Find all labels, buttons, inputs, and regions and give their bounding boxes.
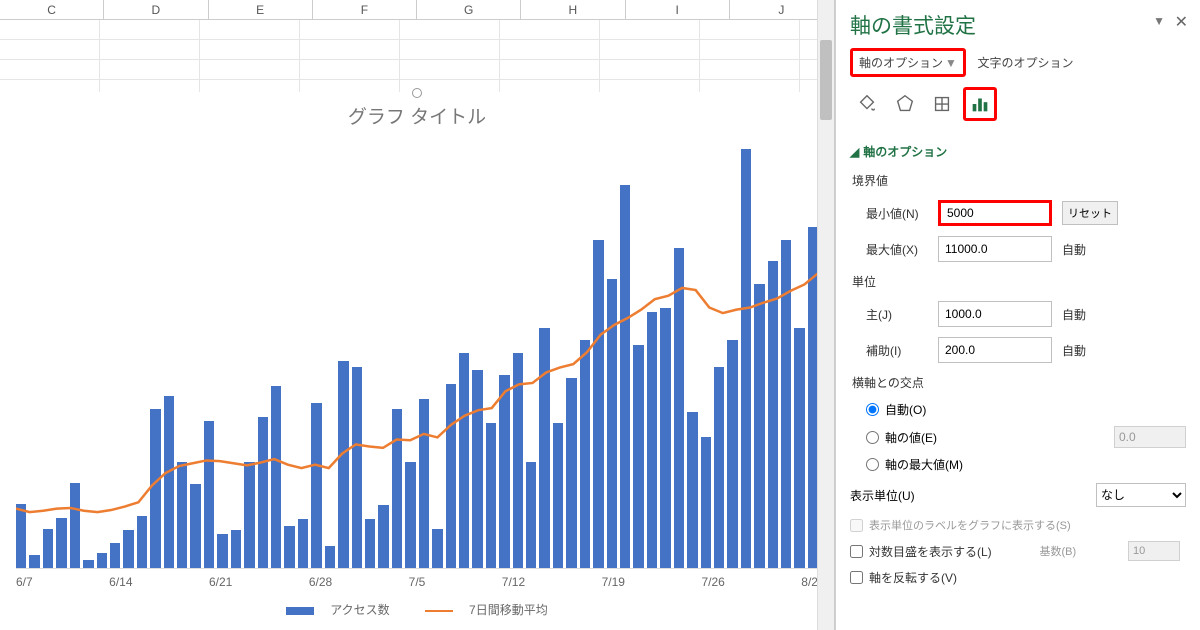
- axis-options-icon[interactable]: [963, 87, 997, 121]
- display-unit-label: 表示単位(U): [850, 487, 1096, 504]
- vertical-scrollbar[interactable]: [817, 0, 834, 630]
- max-input[interactable]: [938, 236, 1052, 262]
- pane-title: 軸の書式設定: [850, 10, 1186, 40]
- embedded-chart[interactable]: グラフ タイトル 6/7 6/14 6/21 6/28 7/5 7/12 7/19 7/26 8…: [0, 92, 834, 630]
- close-icon[interactable]: ✕: [1175, 12, 1188, 32]
- legend-bar-label: アクセス数: [330, 603, 389, 617]
- cross-auto-radio[interactable]: [866, 403, 879, 416]
- column-headers: C D E F G H I J: [0, 0, 834, 20]
- x-tick: 6/7: [16, 575, 33, 589]
- reverse-axis-checkbox[interactable]: [850, 571, 863, 584]
- cross-value-input[interactable]: [1114, 426, 1186, 448]
- minor-auto: 自動: [1052, 342, 1108, 359]
- bounds-label: 境界値: [850, 166, 1186, 195]
- legend-line-swatch: [425, 610, 453, 612]
- legend-line-label: 7日間移動平均: [469, 603, 548, 617]
- units-label: 単位: [850, 267, 1186, 296]
- cross-label: 横軸との交点: [850, 368, 1186, 397]
- display-unit-select[interactable]: なし: [1096, 483, 1186, 507]
- chart-handle-icon[interactable]: [412, 88, 422, 98]
- min-label: 最小値(N): [850, 205, 938, 222]
- max-auto: 自動: [1052, 241, 1108, 258]
- col-D[interactable]: D: [104, 0, 208, 19]
- major-input[interactable]: [938, 301, 1052, 327]
- spreadsheet-grid[interactable]: [0, 20, 834, 92]
- legend-bar-swatch: [286, 607, 314, 615]
- log-scale-checkbox[interactable]: [850, 545, 863, 558]
- effects-icon[interactable]: [888, 87, 922, 121]
- format-axis-pane: 軸の書式設定 ▼ ✕ 軸のオプション▼ 文字のオプション ◢軸のオプション 境界…: [835, 0, 1200, 630]
- x-tick: 6/21: [209, 575, 232, 589]
- col-E[interactable]: E: [209, 0, 313, 19]
- axis-options-tab[interactable]: 軸のオプション▼: [850, 48, 966, 77]
- x-tick: 7/26: [701, 575, 724, 589]
- col-I[interactable]: I: [626, 0, 730, 19]
- fill-icon[interactable]: [850, 87, 884, 121]
- chart-legend[interactable]: アクセス数 7日間移動平均: [16, 595, 818, 624]
- cross-value-radio[interactable]: [866, 431, 879, 444]
- x-tick: 8/2: [801, 575, 818, 589]
- axis-options-section[interactable]: ◢軸のオプション: [850, 137, 1186, 166]
- pane-menu-icon[interactable]: ▼: [1153, 14, 1165, 28]
- col-G[interactable]: G: [417, 0, 521, 19]
- chart-title[interactable]: グラフ タイトル: [16, 102, 818, 129]
- cross-max-radio[interactable]: [866, 458, 879, 471]
- minor-label: 補助(I): [850, 342, 938, 359]
- minor-input[interactable]: [938, 337, 1052, 363]
- text-options-tab[interactable]: 文字のオプション: [978, 54, 1074, 71]
- x-tick: 7/12: [502, 575, 525, 589]
- col-F[interactable]: F: [313, 0, 417, 19]
- x-tick: 7/19: [602, 575, 625, 589]
- major-label: 主(J): [850, 306, 938, 323]
- chart-plot-area[interactable]: [16, 149, 818, 569]
- max-label: 最大値(X): [850, 241, 938, 258]
- major-auto: 自動: [1052, 306, 1108, 323]
- log-base-input: [1128, 541, 1180, 561]
- min-input[interactable]: [938, 200, 1052, 226]
- chart-x-axis[interactable]: 6/7 6/14 6/21 6/28 7/5 7/12 7/19 7/26 8/2: [16, 569, 818, 595]
- reset-button[interactable]: リセット: [1062, 201, 1118, 225]
- col-H[interactable]: H: [521, 0, 625, 19]
- x-tick: 6/14: [109, 575, 132, 589]
- size-icon[interactable]: [925, 87, 959, 121]
- x-tick: 7/5: [409, 575, 426, 589]
- x-tick: 6/28: [309, 575, 332, 589]
- col-C[interactable]: C: [0, 0, 104, 19]
- show-unit-label-checkbox: [850, 519, 863, 532]
